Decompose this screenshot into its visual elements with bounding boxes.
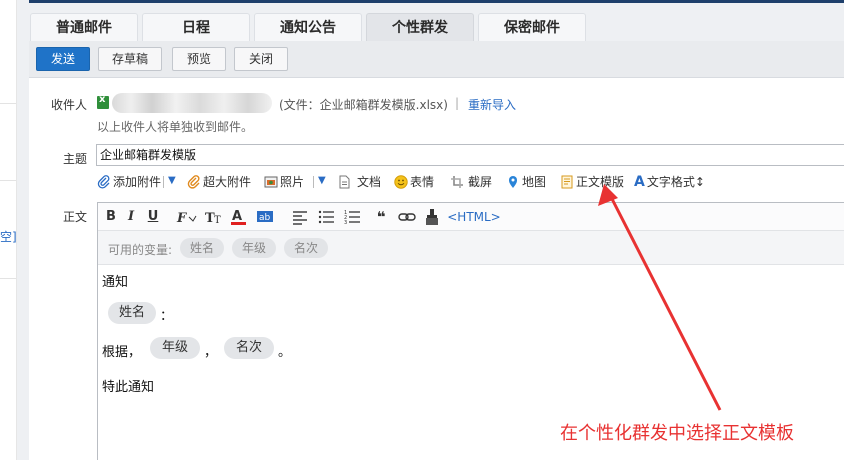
document-icon xyxy=(339,175,350,189)
annotation-text: 在个性化群发中选择正文模板 xyxy=(560,423,794,444)
recipient-file-info: (文件：企业邮箱群发模版.xlsx) xyxy=(279,98,448,112)
body-template-label: 正文模版 xyxy=(576,175,625,189)
subject-input[interactable]: 企业邮箱群发模版 xyxy=(96,144,844,166)
highlight-color-icon[interactable]: ab xyxy=(256,208,274,226)
reimport-link[interactable]: 重新导入 xyxy=(468,96,516,113)
bold-button[interactable]: B xyxy=(104,208,118,226)
close-button[interactable]: 关闭 xyxy=(234,47,288,71)
body-variable-grade[interactable]: 年级 xyxy=(150,337,200,359)
recipients-label: 收件人 xyxy=(51,98,88,112)
compose-toolbar: 发送 存草稿 预览 关闭 xyxy=(29,41,844,78)
font-size-icon[interactable]: TT xyxy=(204,208,226,226)
svg-text:T: T xyxy=(214,215,221,226)
paperclip-icon xyxy=(97,175,110,189)
recipients-hint: 以上收件人将单独收到邮件。 xyxy=(97,120,254,134)
body-template-button[interactable]: 正文模版 xyxy=(560,172,624,192)
format-painter-icon[interactable] xyxy=(424,208,440,226)
underline-button[interactable]: U xyxy=(146,208,160,226)
bulleted-list-icon[interactable] xyxy=(318,208,336,226)
smiley-icon xyxy=(394,175,408,189)
compose-tab-bar: 普通邮件 日程 通知公告 个性群发 保密邮件 xyxy=(29,3,844,41)
sidebar-clipped-text[interactable]: 空] xyxy=(0,228,17,245)
format-toolbar: B I U F TT A ab 123 ❝ <HTML> xyxy=(98,203,844,231)
recipient-list-blurred xyxy=(112,93,272,113)
template-icon xyxy=(561,175,573,189)
map-pin-icon xyxy=(509,176,517,188)
large-attachment-button[interactable]: 超大附件 xyxy=(187,172,251,192)
text-format-label: 文字格式 xyxy=(646,175,695,189)
photo-button[interactable]: 照片 xyxy=(264,172,304,192)
map-label: 地图 xyxy=(522,175,547,189)
body-colon: ： xyxy=(160,309,174,324)
emoji-label: 表情 xyxy=(410,175,435,189)
font-a-icon: A xyxy=(634,174,645,190)
variable-chip-rank[interactable]: 名次 xyxy=(284,238,328,258)
body-variable-name[interactable]: 姓名 xyxy=(108,302,156,324)
variables-label: 可用的变量: xyxy=(108,243,173,257)
body-line-notice[interactable]: 通知 xyxy=(102,271,128,290)
align-icon[interactable] xyxy=(292,208,308,226)
sidebar-edge: 空] xyxy=(0,0,17,460)
chevron-down-icon[interactable]: ▼ xyxy=(318,175,326,186)
body-comma: ， xyxy=(204,345,218,360)
document-label: 文档 xyxy=(357,175,382,189)
tab-personalized-mass-mail[interactable]: 个性群发 xyxy=(366,13,474,41)
paperclip-large-icon xyxy=(187,175,200,189)
emoji-button[interactable]: 表情 xyxy=(394,172,434,192)
quote-button[interactable]: ❝ xyxy=(374,208,388,226)
tab-confidential-mail[interactable]: 保密邮件 xyxy=(478,13,586,41)
gutter xyxy=(17,0,29,460)
numbered-list-icon[interactable]: 123 xyxy=(344,208,362,226)
variable-chip-name[interactable]: 姓名 xyxy=(180,238,224,258)
html-mode-button[interactable]: <HTML> xyxy=(446,208,502,226)
svg-text:3: 3 xyxy=(344,220,347,226)
chevron-down-icon[interactable]: ▼ xyxy=(168,175,176,186)
send-button[interactable]: 发送 xyxy=(36,47,90,71)
svg-text:A: A xyxy=(232,209,242,224)
body-line-according: 根据， xyxy=(102,345,142,360)
screenshot-label: 截屏 xyxy=(468,175,493,189)
text-format-arrow: ↕ xyxy=(694,175,705,189)
separator: | xyxy=(455,96,460,110)
photo-label: 照片 xyxy=(280,175,305,189)
screenshot-button[interactable]: 截屏 xyxy=(450,172,492,192)
excel-file-icon xyxy=(97,94,109,109)
body-period: 。 xyxy=(278,345,292,360)
mail-compose-window: 空] 普通邮件 日程 通知公告 个性群发 保密邮件 发送 存草稿 预览 关闭 收… xyxy=(0,0,844,460)
svg-text:F: F xyxy=(176,211,187,226)
screenshot-icon xyxy=(451,176,463,188)
save-draft-button[interactable]: 存草稿 xyxy=(98,47,162,71)
svg-text:ab: ab xyxy=(259,213,271,223)
map-button[interactable]: 地图 xyxy=(506,172,546,192)
subject-label: 主题 xyxy=(63,152,88,166)
text-format-button[interactable]: A 文字格式↕ xyxy=(634,172,705,192)
large-attachment-label: 超大附件 xyxy=(203,175,252,189)
font-family-icon[interactable]: F xyxy=(176,208,198,226)
body-label: 正文 xyxy=(63,210,88,224)
tab-normal-mail[interactable]: 普通邮件 xyxy=(30,13,138,41)
tab-schedule[interactable]: 日程 xyxy=(142,13,250,41)
add-attachment-button[interactable]: 添加附件 xyxy=(97,172,161,192)
font-color-icon[interactable]: A xyxy=(230,208,248,226)
body-variable-rank[interactable]: 名次 xyxy=(224,337,274,359)
tab-announcement[interactable]: 通知公告 xyxy=(254,13,362,41)
variable-bar: 可用的变量: 姓名 年级 名次 xyxy=(98,231,844,265)
variable-chip-grade[interactable]: 年级 xyxy=(232,238,276,258)
document-button[interactable]: 文档 xyxy=(337,172,381,192)
link-icon[interactable] xyxy=(398,208,416,226)
photo-icon xyxy=(264,176,278,188)
add-attachment-label: 添加附件 xyxy=(113,175,162,189)
italic-button[interactable]: I xyxy=(124,208,138,226)
body-line-ending[interactable]: 特此通知 xyxy=(102,376,154,395)
preview-button[interactable]: 预览 xyxy=(172,47,226,71)
